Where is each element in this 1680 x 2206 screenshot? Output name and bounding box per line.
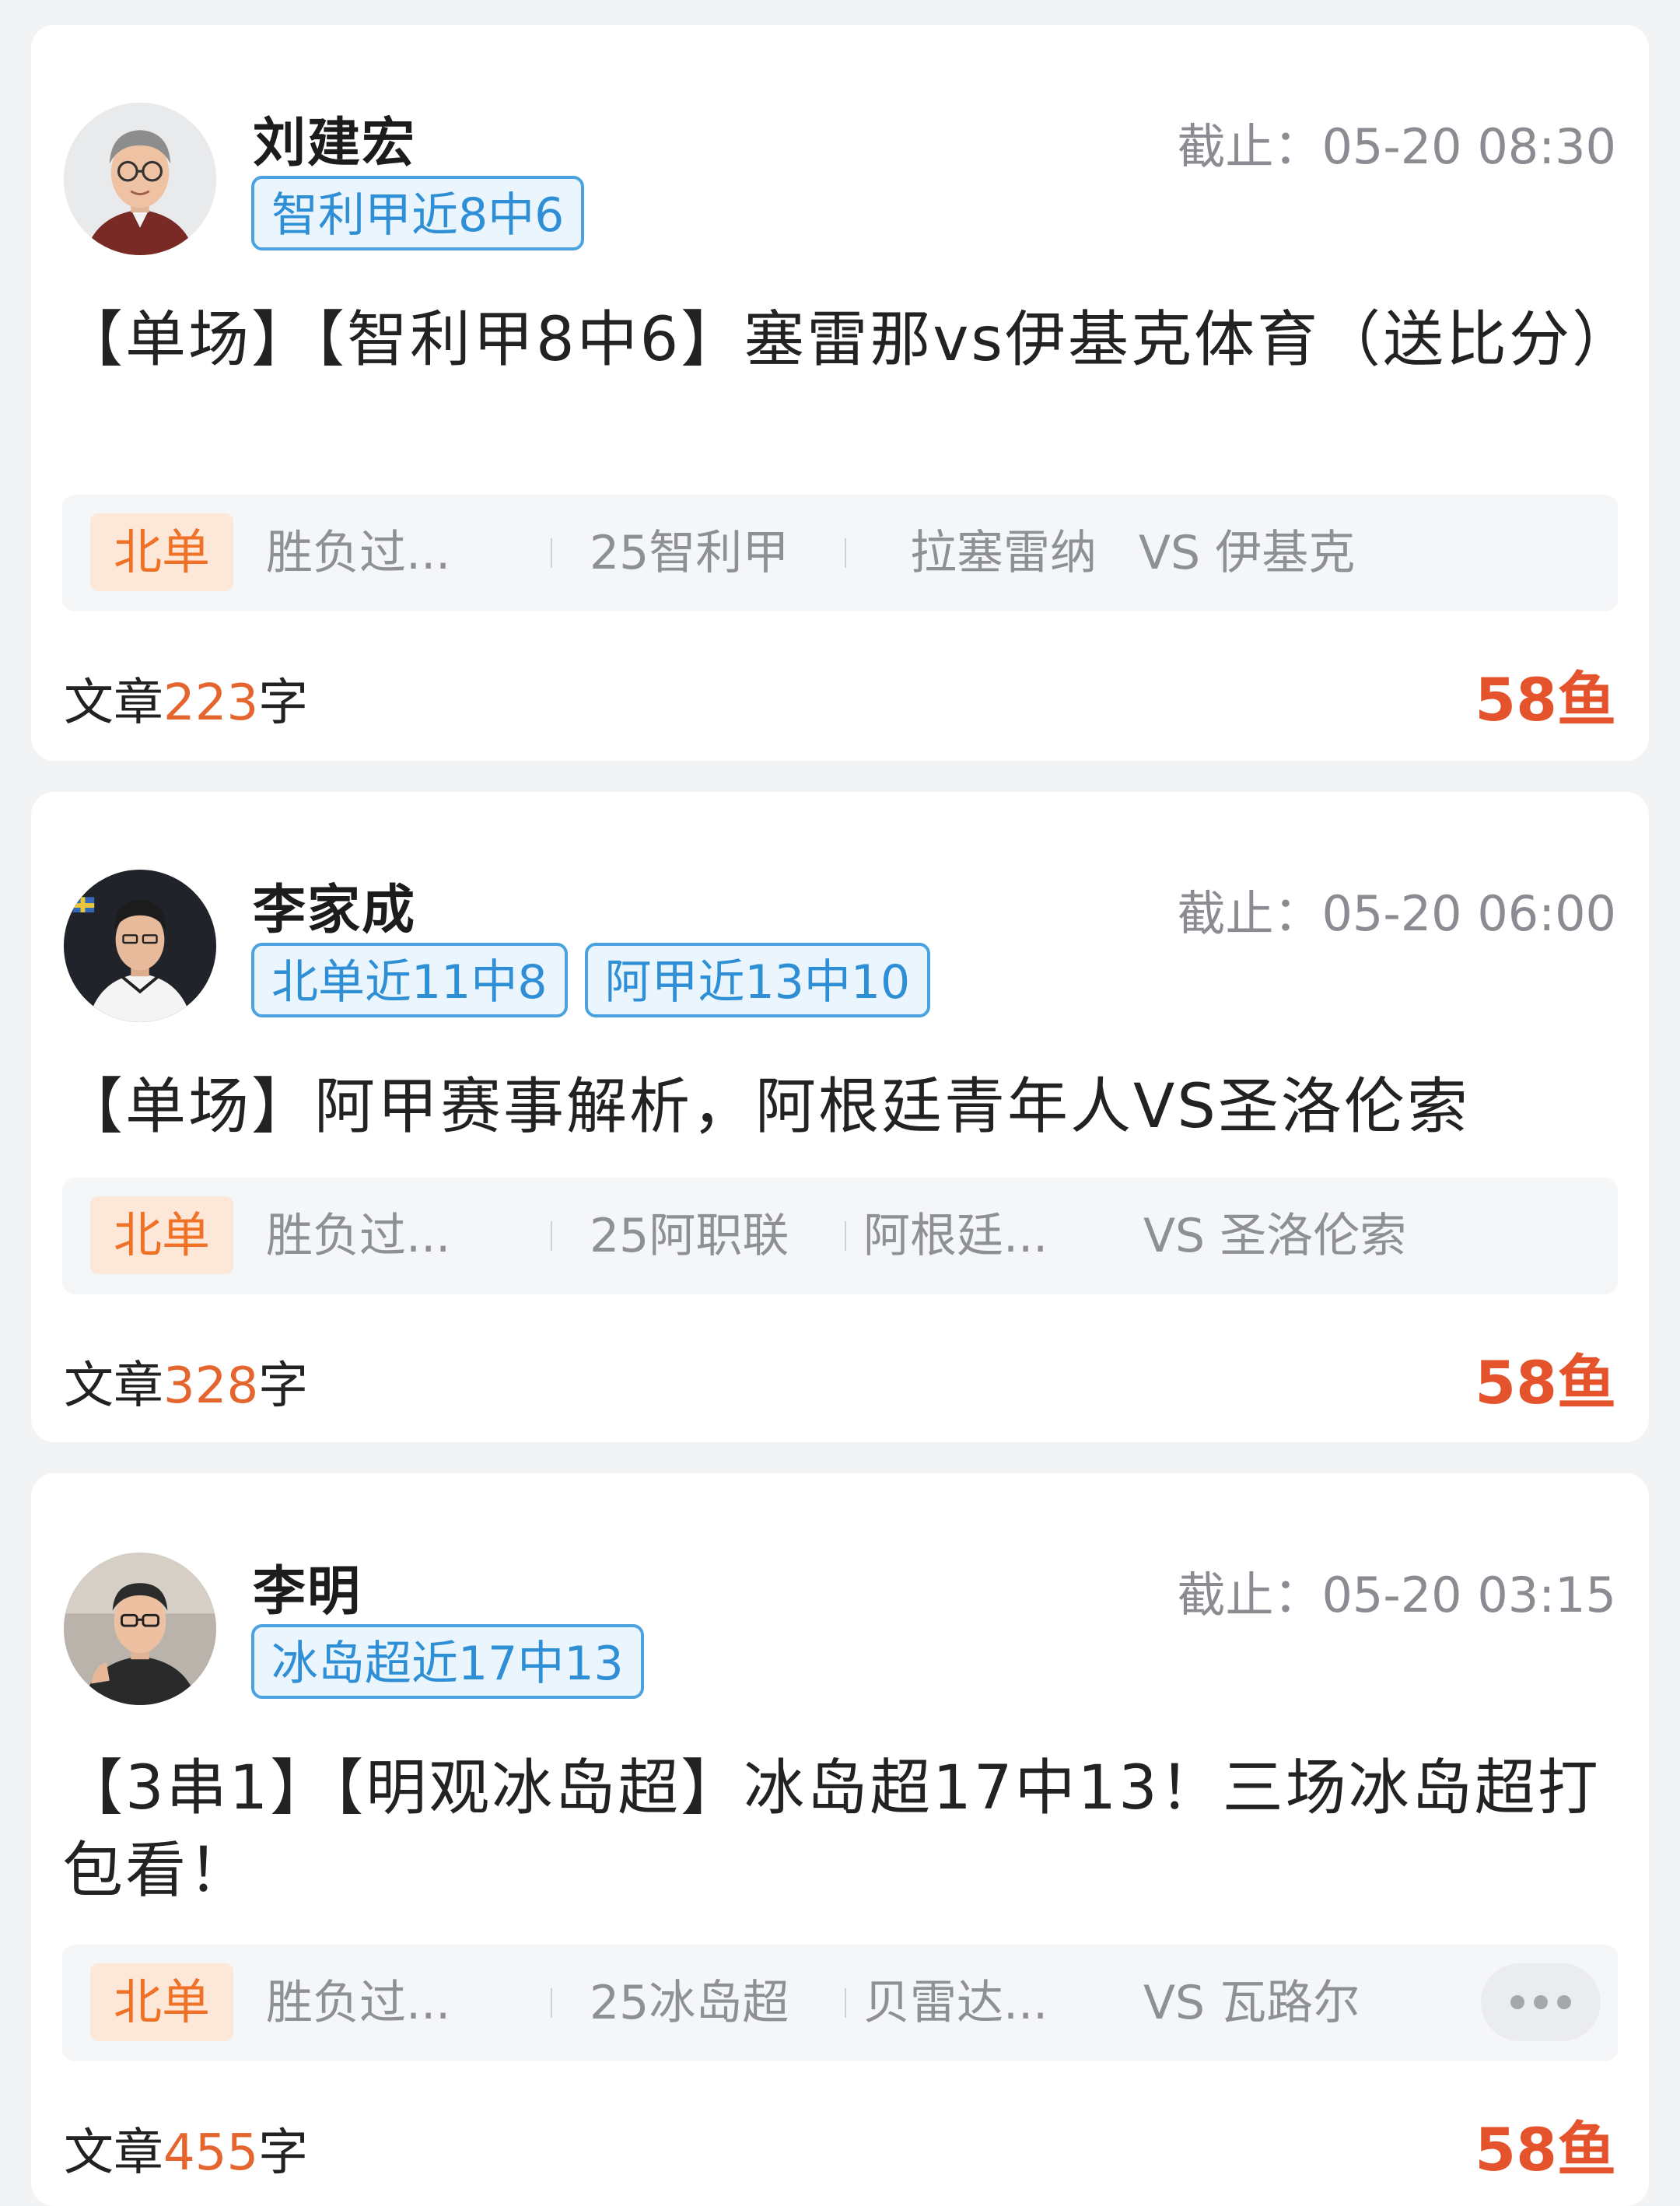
article-title[interactable]: 【单场】【智利甲8中6】塞雷那vs伊基克体育（送比分） bbox=[62, 299, 1633, 381]
price-label[interactable]: 58鱼 bbox=[1475, 1335, 1616, 1420]
league-name: 25阿职联 bbox=[590, 1209, 789, 1263]
word-count-suffix: 字 bbox=[258, 2124, 309, 2182]
home-team: 拉塞雷纳 bbox=[910, 526, 1097, 580]
word-count-number: 455 bbox=[163, 2124, 259, 2182]
divider bbox=[551, 1988, 552, 2018]
dot-icon bbox=[1510, 1995, 1524, 2009]
author-tags: 冰岛超近17中13 bbox=[251, 1624, 644, 1699]
home-team: 贝雷达... bbox=[863, 1976, 1048, 2030]
article-card[interactable]: 李明 冰岛超近17中13 截止：05-20 03:15 【3串1】【明观冰岛超】… bbox=[31, 1473, 1649, 2206]
word-count: 文章328字 bbox=[64, 1346, 308, 1417]
dot-icon bbox=[1557, 1995, 1571, 2009]
match-info-bar[interactable]: 北单 胜负过... 25智利甲 拉塞雷纳 VS 伊基克 bbox=[62, 495, 1618, 611]
league-name: 25智利甲 bbox=[590, 526, 789, 580]
article-card[interactable]: 李家成 北单近11中8 阿甲近13中10 截止：05-20 06:00 【单场】… bbox=[31, 792, 1649, 1442]
divider bbox=[551, 538, 552, 568]
divider bbox=[551, 1221, 552, 1251]
word-count-prefix: 文章 bbox=[64, 2124, 163, 2182]
lottery-type-badge: 北单 bbox=[90, 513, 233, 591]
word-count: 文章223字 bbox=[64, 663, 308, 734]
word-count-suffix: 字 bbox=[258, 674, 309, 732]
away-team: VS 圣洛伦索 bbox=[1143, 1209, 1407, 1263]
deadline-text: 截止：05-20 06:00 bbox=[1177, 885, 1616, 942]
price-label[interactable]: 58鱼 bbox=[1475, 652, 1616, 737]
author-name[interactable]: 刘建宏 bbox=[253, 100, 416, 177]
word-count-prefix: 文章 bbox=[64, 674, 163, 732]
record-tag: 北单近11中8 bbox=[251, 943, 568, 1017]
avatar-man-glasses-icon[interactable] bbox=[64, 1553, 216, 1705]
match-info-bar[interactable]: 北单 胜负过... 25阿职联 阿根廷... VS 圣洛伦索 bbox=[62, 1178, 1618, 1294]
word-count-prefix: 文章 bbox=[64, 1357, 163, 1415]
record-tag: 智利甲近8中6 bbox=[251, 176, 585, 250]
divider bbox=[845, 538, 846, 568]
word-count-suffix: 字 bbox=[258, 1357, 309, 1415]
lottery-type-badge: 北单 bbox=[90, 1196, 233, 1274]
play-type: 胜负过... bbox=[266, 526, 451, 580]
record-tag: 冰岛超近17中13 bbox=[251, 1624, 644, 1699]
word-count-number: 223 bbox=[163, 674, 259, 732]
match-info-bar[interactable]: 北单 胜负过... 25冰岛超 贝雷达... VS 瓦路尔 bbox=[62, 1945, 1618, 2061]
more-options-button[interactable] bbox=[1481, 1963, 1601, 2041]
author-name[interactable]: 李家成 bbox=[253, 867, 416, 944]
record-tag: 阿甲近13中10 bbox=[584, 943, 931, 1017]
avatar-young-man-icon[interactable] bbox=[64, 870, 216, 1022]
play-type: 胜负过... bbox=[266, 1209, 451, 1263]
deadline-text: 截止：05-20 03:15 bbox=[1177, 1567, 1616, 1623]
word-count-number: 328 bbox=[163, 1357, 259, 1415]
article-title[interactable]: 【单场】阿甲赛事解析，阿根廷青年人VS圣洛伦索 bbox=[62, 1066, 1618, 1148]
avatar-man-glasses-icon[interactable] bbox=[64, 103, 216, 255]
play-type: 胜负过... bbox=[266, 1976, 451, 2030]
deadline-text: 截止：05-20 08:30 bbox=[1177, 118, 1616, 175]
divider bbox=[845, 1988, 846, 2018]
home-team: 阿根廷... bbox=[863, 1209, 1048, 1263]
dot-icon bbox=[1534, 1995, 1548, 2009]
article-card[interactable]: 刘建宏 智利甲近8中6 截止：05-20 08:30 【单场】【智利甲8中6】塞… bbox=[31, 25, 1649, 761]
away-team: VS 瓦路尔 bbox=[1143, 1976, 1360, 2030]
author-tags: 北单近11中8 阿甲近13中10 bbox=[251, 943, 931, 1017]
author-tags: 智利甲近8中6 bbox=[251, 176, 585, 250]
article-title[interactable]: 【3串1】【明观冰岛超】冰岛超17中13！三场冰岛超打包看！ bbox=[62, 1747, 1618, 1912]
away-team: VS 伊基克 bbox=[1139, 526, 1356, 580]
lottery-type-badge: 北单 bbox=[90, 1963, 233, 2041]
league-name: 25冰岛超 bbox=[590, 1976, 789, 2030]
divider bbox=[845, 1221, 846, 1251]
price-label[interactable]: 58鱼 bbox=[1475, 2102, 1616, 2187]
author-name[interactable]: 李明 bbox=[253, 1548, 362, 1625]
word-count: 文章455字 bbox=[64, 2113, 308, 2184]
